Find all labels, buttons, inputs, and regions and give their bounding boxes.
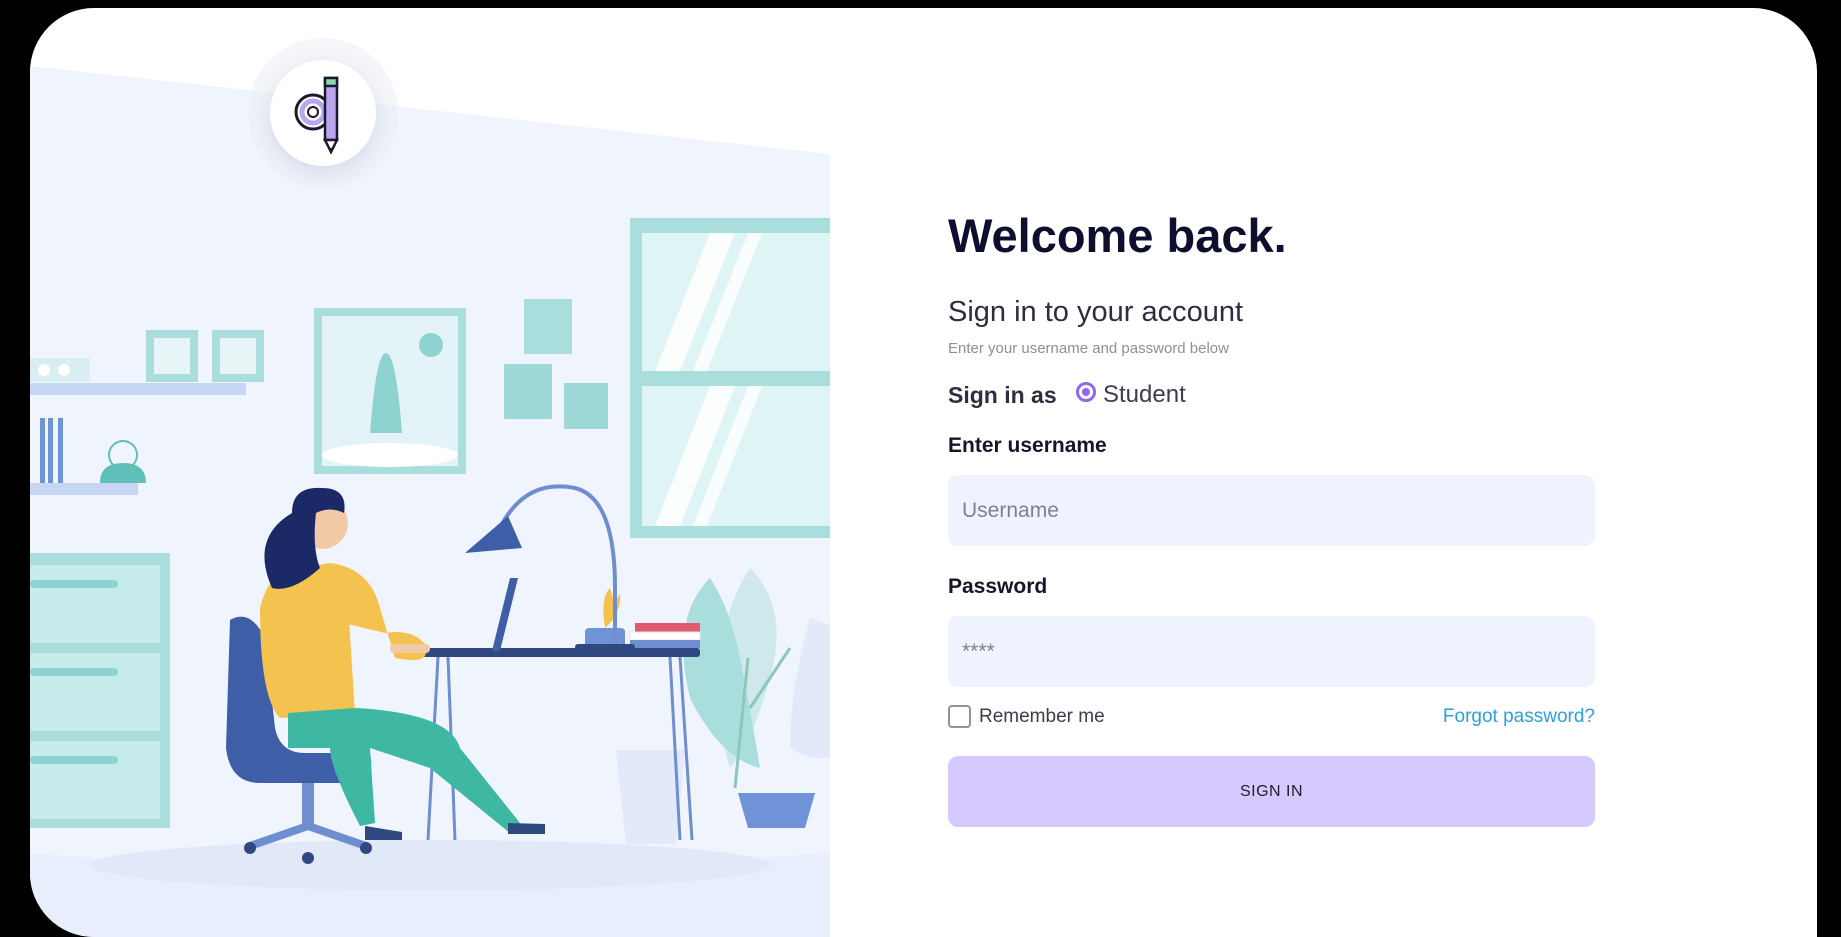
role-selector: Sign in as Student [948,374,1598,408]
username-label: Enter username [948,434,1107,457]
illustration-panel [30,8,830,937]
role-label: Sign in as [948,382,1057,408]
picture-frame [314,308,466,474]
remember-me-checkbox[interactable] [948,705,971,728]
remember-me-label[interactable]: Remember me [979,706,1105,728]
form-subtitle: Sign in to your account [948,296,1244,328]
brand-logo[interactable] [270,60,376,166]
window [630,218,830,538]
sign-in-button[interactable]: SIGN IN [948,756,1595,827]
workspace-illustration [30,66,830,937]
form-hint: Enter your username and password below [948,340,1229,357]
wall-tile [524,299,572,354]
student-radio-button[interactable] [1076,382,1096,402]
password-label: Password [948,575,1048,598]
forgot-password-link[interactable]: Forgot password? [1443,706,1595,728]
drawer-cabinet [30,553,170,828]
floor-shadow [90,840,770,890]
username-input[interactable] [948,475,1595,546]
wall-tile [504,364,552,419]
wall-tile [564,383,608,429]
login-card: Welcome back. Sign in to your account En… [30,8,1817,937]
page-title: Welcome back. [948,209,1287,262]
remember-row: Remember me Forgot password? [948,702,1595,732]
password-input[interactable] [948,616,1595,687]
pencil-letter-q-logo-icon [294,76,340,155]
student-radio-label[interactable]: Student [1103,381,1186,409]
